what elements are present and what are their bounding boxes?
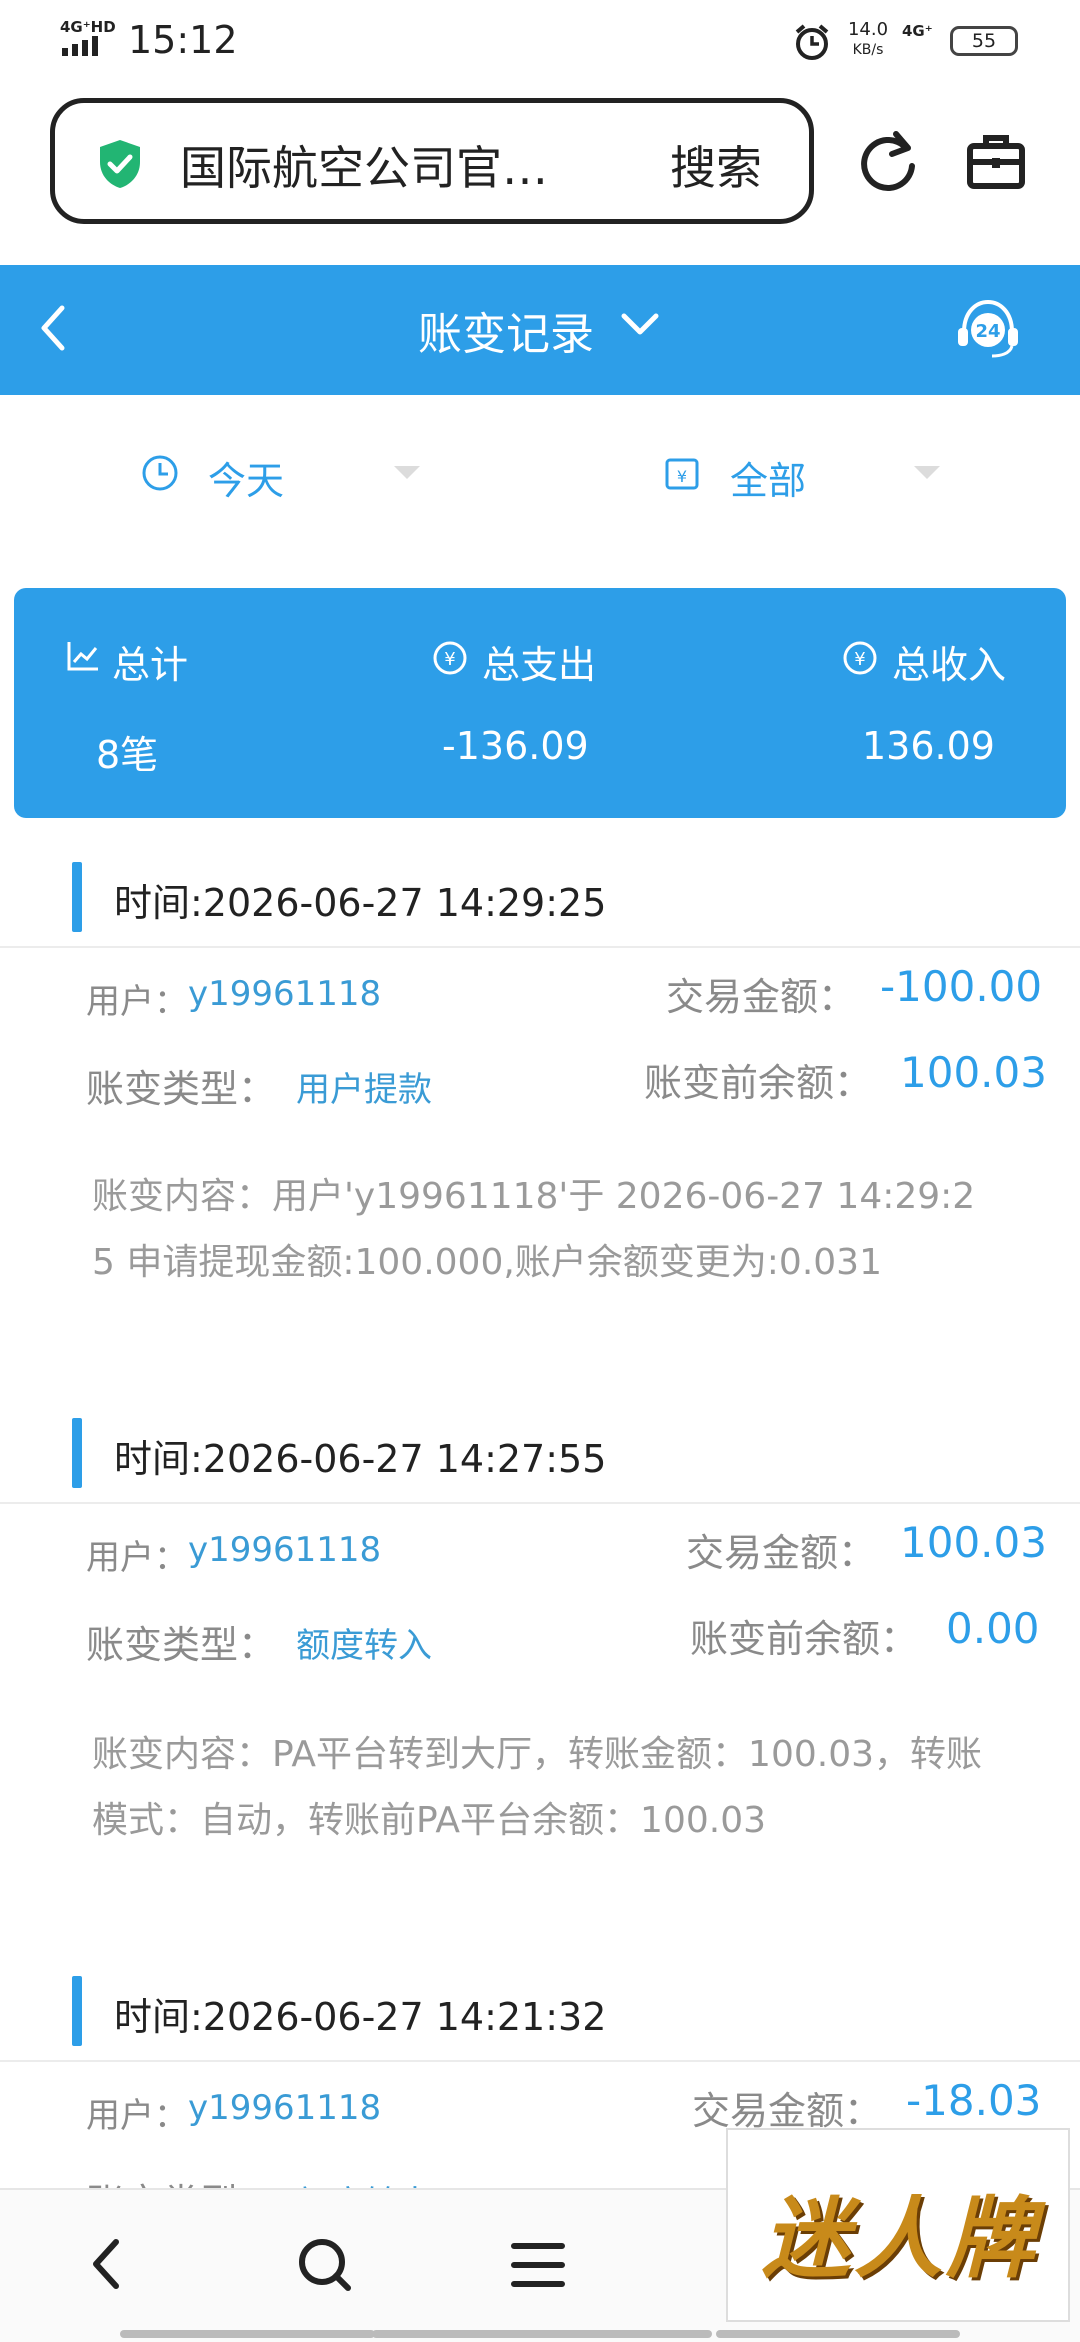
- balance-before-value: 100.03: [900, 1048, 1047, 1097]
- signal-icon: [62, 36, 98, 56]
- divider: [0, 1502, 1080, 1504]
- chart-line-icon: [67, 642, 98, 671]
- page-title[interactable]: 账变记录: [418, 298, 594, 362]
- reload-icon[interactable]: [856, 128, 920, 194]
- record-time: 时间:2026-06-27 14:29:25: [114, 881, 607, 925]
- clock-time: 15:12: [128, 18, 238, 62]
- address-title[interactable]: 国际航空公司官…: [180, 132, 580, 198]
- gesture-bar: [120, 2330, 375, 2338]
- yen-circle-icon: ¥: [433, 641, 467, 675]
- record-content: 账变内容：PA平台转到大厅，转账金额：100.03，转账模式：自动，转账前PA平…: [92, 1734, 982, 1841]
- gesture-bar: [372, 2330, 712, 2338]
- summary-income-value: 136.09: [862, 724, 995, 768]
- balance-before-value: 0.00: [946, 1604, 1040, 1653]
- record-marker: [72, 862, 82, 932]
- amount-value: -18.03: [906, 2076, 1042, 2125]
- type-label: 账变类型：: [86, 1067, 277, 1111]
- divider: [0, 2060, 1080, 2062]
- status-bar: 4G⁺HD 15:12 14.0 KB/s 4G⁺ 55: [0, 0, 1080, 84]
- date-filter[interactable]: 今天: [208, 450, 284, 505]
- user-value[interactable]: y19961118: [188, 974, 381, 1014]
- balance-before-label: 账变前余额：: [690, 1617, 919, 1661]
- record-time: 时间:2026-06-27 14:21:32: [114, 1995, 607, 2039]
- svg-text:24: 24: [975, 321, 1000, 342]
- toolbox-icon[interactable]: [966, 132, 1026, 190]
- svg-text:¥: ¥: [854, 649, 865, 670]
- type-value: 额度转入: [296, 1626, 432, 1666]
- user-label: 用户：: [86, 982, 188, 1022]
- network-speed: 14.0 KB/s: [842, 20, 894, 60]
- summary-card: [14, 588, 1066, 818]
- back-icon[interactable]: [38, 302, 68, 354]
- summary-income-label: 总收入: [892, 643, 1007, 687]
- record-marker: [72, 1418, 82, 1488]
- amount-value: -100.00: [880, 962, 1043, 1011]
- customer-service-24-icon[interactable]: 24: [954, 298, 1022, 360]
- shield-check-icon: [100, 140, 140, 188]
- nav-menu-icon[interactable]: [510, 2240, 566, 2290]
- user-value[interactable]: y19961118: [188, 1530, 381, 1570]
- date-filter-caret-icon[interactable]: [394, 466, 420, 479]
- summary-total-label: 总计: [112, 643, 189, 687]
- user-value[interactable]: y19961118: [188, 2088, 381, 2128]
- nav-back-icon[interactable]: [86, 2236, 126, 2292]
- type-filter[interactable]: 全部: [730, 450, 806, 505]
- amount-label: 交易金额：: [666, 975, 857, 1019]
- type-filter-caret-icon[interactable]: [914, 466, 940, 479]
- gesture-bar: [716, 2330, 960, 2338]
- svg-text:¥: ¥: [677, 467, 687, 486]
- network-type: 4G⁺: [902, 22, 933, 40]
- balance-before-label: 账变前余额：: [644, 1061, 873, 1105]
- user-label: 用户：: [86, 2096, 188, 2136]
- speed-unit: KB/s: [852, 42, 884, 58]
- type-value: 用户提款: [296, 1070, 432, 1110]
- record-marker: [72, 1976, 82, 2046]
- calendar-yen-icon[interactable]: ¥: [664, 455, 700, 491]
- svg-text:¥: ¥: [444, 649, 455, 670]
- record-content: 账变内容：用户'y19961118'于 2026-06-27 14:29:25 …: [92, 1176, 976, 1283]
- user-label: 用户：: [86, 1538, 188, 1578]
- watermark-logo: 迷人牌: [726, 2128, 1070, 2322]
- chevron-down-icon[interactable]: [620, 312, 660, 338]
- summary-expense-value: -136.09: [442, 724, 589, 768]
- speed-value: 14.0: [847, 19, 889, 40]
- amount-value: 100.03: [900, 1518, 1047, 1567]
- alarm-icon: [795, 24, 829, 60]
- yen-circle-icon: ¥: [843, 641, 877, 675]
- record-time: 时间:2026-06-27 14:27:55: [114, 1437, 607, 1481]
- watermark-text: 迷人牌: [761, 2186, 1038, 2290]
- network-label: 4G⁺HD: [60, 18, 116, 36]
- battery-icon: 55: [950, 26, 1018, 56]
- clock-icon[interactable]: [140, 453, 180, 493]
- nav-search-icon[interactable]: [296, 2236, 352, 2292]
- divider: [0, 946, 1080, 948]
- summary-total-value: 8笔: [96, 733, 159, 777]
- amount-label: 交易金额：: [686, 1531, 877, 1575]
- summary-expense-label: 总支出: [482, 643, 597, 687]
- amount-label: 交易金额：: [692, 2089, 883, 2133]
- search-button[interactable]: 搜索: [670, 132, 762, 198]
- type-label: 账变类型：: [86, 1623, 277, 1667]
